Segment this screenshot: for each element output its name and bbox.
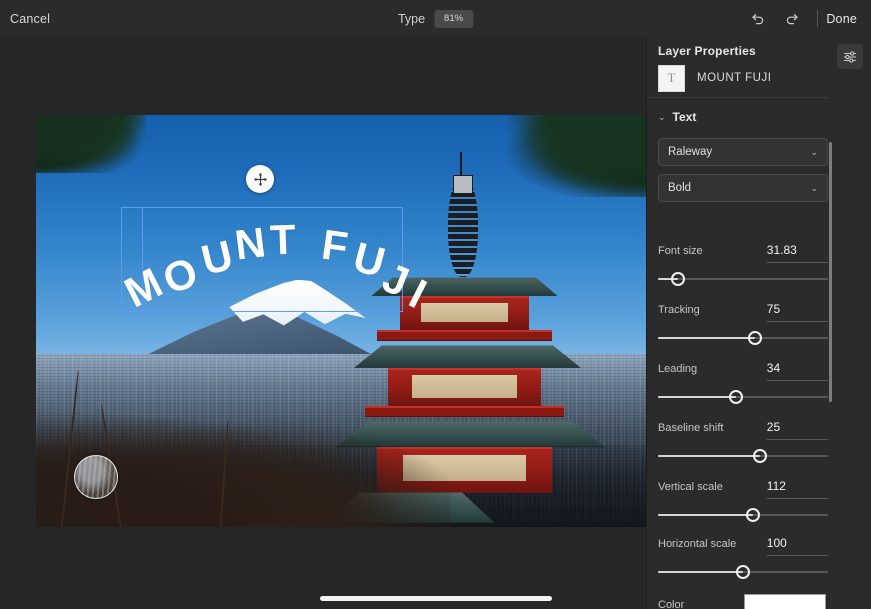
value-underline (767, 498, 828, 499)
page-title: Layer Properties (658, 44, 756, 58)
slider-value[interactable]: 31.83 (767, 243, 797, 257)
slider-fill (658, 571, 743, 573)
chevron-down-icon: ⌄ (658, 113, 666, 122)
value-underline (767, 439, 828, 440)
chevron-down-icon: ⌄ (810, 183, 818, 194)
slider-label: Font size (658, 245, 703, 257)
slider-row-baseline-shift: Baseline shift 25 (658, 422, 828, 480)
layer-properties-panel: Layer Properties T MOUNT FUJI ⌄ Text (646, 37, 871, 609)
done-button[interactable]: Done (826, 12, 857, 26)
color-label: Color (658, 599, 684, 609)
color-row: Color (658, 593, 828, 609)
text-char: N (233, 221, 268, 266)
slider-thumb[interactable] (729, 390, 743, 404)
text-layer-thumbnail-icon: T (658, 65, 685, 92)
section-label: Text (673, 110, 697, 124)
slider-thumb[interactable] (753, 449, 767, 463)
value-underline (767, 321, 828, 322)
slider-value[interactable]: 34 (767, 361, 780, 375)
slider-fill (658, 455, 760, 457)
panel-scrollbar[interactable] (829, 142, 832, 402)
photo-canvas[interactable]: M O U N T F U J I (36, 115, 646, 527)
slider-row-leading: Leading 34 (658, 363, 828, 421)
panel-divider (647, 97, 829, 98)
slider-thumb[interactable] (736, 565, 750, 579)
type-tool-label: Type (398, 12, 425, 26)
slider-thumb[interactable] (746, 508, 760, 522)
slider-fill (658, 337, 755, 339)
slider-value[interactable]: 25 (767, 420, 780, 434)
redo-icon[interactable] (775, 0, 809, 37)
undo-icon[interactable] (741, 0, 775, 37)
slider-value[interactable]: 100 (767, 536, 787, 550)
panel-scroll-body: Raleway ⌄ Bold ⌄ Font size 31.83 Trackin… (647, 133, 871, 609)
text-char: T (269, 219, 296, 262)
value-underline (767, 262, 828, 263)
cancel-button[interactable]: Cancel (10, 0, 50, 37)
layer-name: MOUNT FUJI (697, 72, 771, 84)
slider-fill (658, 514, 753, 516)
font-weight-value: Bold (668, 182, 810, 194)
text-layer-overlay[interactable]: M O U N T F U J I (36, 115, 646, 527)
panel-header: Layer Properties T MOUNT FUJI (647, 37, 829, 97)
top-toolbar-right: Done (741, 0, 871, 37)
font-family-dropdown[interactable]: Raleway ⌄ (658, 138, 828, 166)
chevron-down-icon: ⌄ (810, 147, 818, 158)
app-root: Cancel Type 81% Done (0, 0, 871, 609)
slider-row-vertical-scale: Vertical scale 112 (658, 481, 828, 539)
zoom-level-badge[interactable]: 81% (434, 10, 473, 28)
adjustments-sliders-icon[interactable] (837, 44, 863, 69)
font-family-value: Raleway (668, 146, 810, 158)
toolbar-divider (817, 10, 818, 27)
slider-fill (658, 396, 736, 398)
magnifier-loupe[interactable] (74, 455, 118, 499)
slider-row-horizontal-scale: Horizontal scale 100 (658, 538, 828, 596)
color-swatch[interactable] (744, 594, 826, 609)
type-tool-group: Type 81% (398, 0, 473, 37)
slider-label: Vertical scale (658, 481, 723, 493)
slider-row-font-size: Font size 31.83 (658, 245, 828, 303)
layer-row[interactable]: T MOUNT FUJI (658, 64, 823, 92)
font-weight-dropdown[interactable]: Bold ⌄ (658, 174, 828, 202)
slider-thumb[interactable] (748, 331, 762, 345)
slider-label: Leading (658, 363, 697, 375)
slider-row-tracking: Tracking 75 (658, 304, 828, 362)
value-underline (767, 380, 828, 381)
slider-label: Baseline shift (658, 422, 723, 434)
slider-value[interactable]: 75 (767, 302, 780, 316)
top-toolbar: Cancel Type 81% Done (0, 0, 871, 37)
slider-value[interactable]: 112 (767, 479, 786, 493)
slider-label: Horizontal scale (658, 538, 736, 550)
home-indicator[interactable] (320, 596, 552, 601)
canvas-area[interactable]: M O U N T F U J I (0, 37, 646, 609)
slider-thumb[interactable] (671, 272, 685, 286)
section-header-text[interactable]: ⌄ Text (647, 103, 829, 131)
text-char: F (319, 223, 350, 268)
move-crosshair-icon[interactable] (246, 165, 274, 193)
slider-label: Tracking (658, 304, 700, 316)
value-underline (767, 555, 828, 556)
